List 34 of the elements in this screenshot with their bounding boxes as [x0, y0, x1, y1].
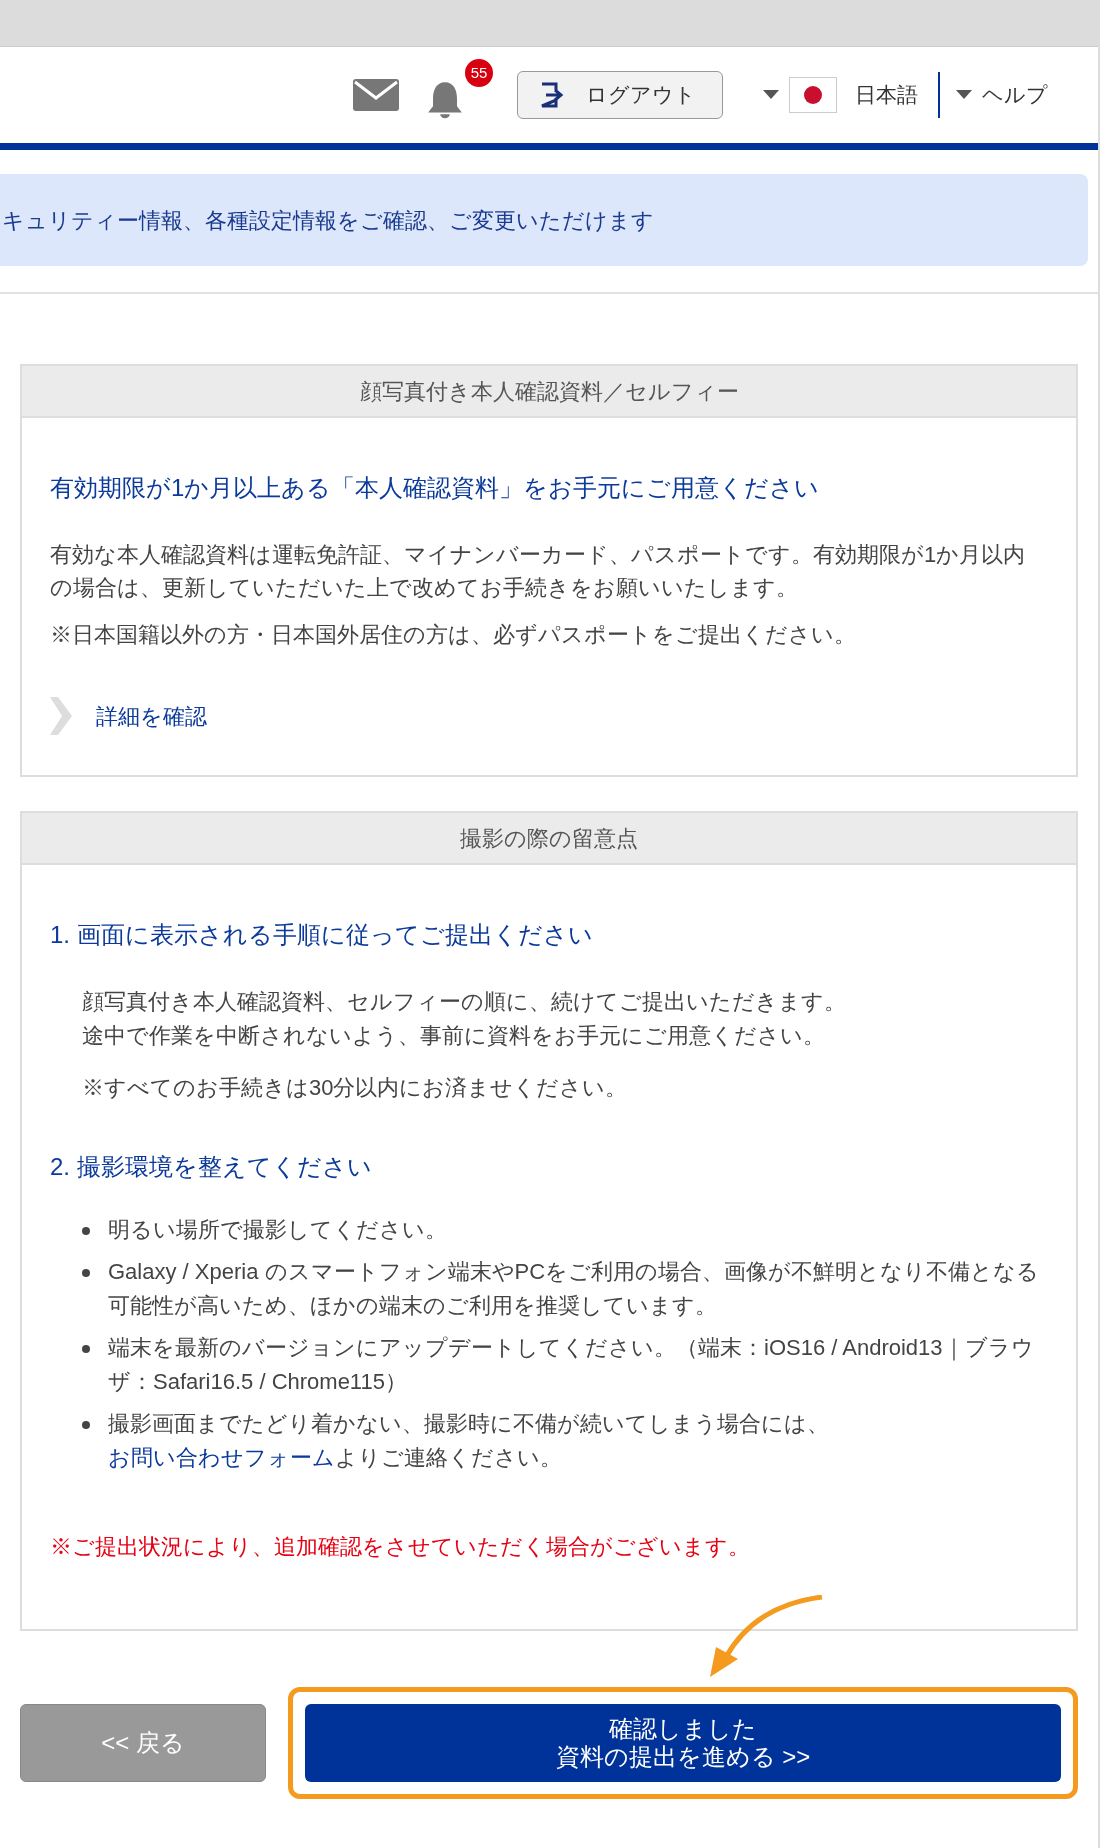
details-link[interactable]: 詳細を確認	[96, 699, 207, 733]
bullet-icon	[82, 1345, 90, 1353]
list-item-text: Galaxy / Xperia のスマートフォン端末やPCをご利用の場合、画像が不鮮明となり不備となる可能性が高いため、ほかの端末のご利用を推奨しています。	[108, 1258, 1041, 1320]
card-title: 顔写真付き本人確認資料／セルフィー	[22, 366, 1076, 418]
list-item-text: 明るい場所で撮影してください。	[108, 1216, 447, 1244]
mail-icon[interactable]	[353, 79, 399, 111]
paragraph-line: ※すべてのお手続きは30分以内にお済ませください。	[82, 1074, 629, 1102]
banner-text: キュリティー情報、各種設定情報をご確認、ご変更いただけます	[2, 206, 654, 235]
paragraph-line: 顔写真付き本人確認資料、セルフィーの順に、続けてご提出いただきます。	[82, 988, 847, 1016]
section-heading: 2. 撮影環境を整えてください	[50, 1152, 373, 1182]
bullet-icon	[82, 1227, 90, 1235]
language-label[interactable]: 日本語	[855, 72, 940, 118]
card-title: 撮影の際の留意点	[22, 813, 1076, 865]
notification-badge: 55	[463, 57, 495, 89]
warning-text: ※ご提出状況により、追加確認をさせていただく場合がございます。	[50, 1533, 751, 1561]
dropdown-caret-icon[interactable]	[956, 90, 972, 100]
bullet-icon	[82, 1421, 90, 1429]
bullet-icon	[82, 1269, 90, 1277]
dropdown-caret-icon[interactable]	[763, 90, 779, 100]
paragraph: ※日本国籍以外の方・日本国外居住の方は、必ずパスポートをご提出ください。	[50, 621, 857, 649]
logout-button[interactable]: ログアウト	[517, 71, 723, 119]
contact-form-link[interactable]: お問い合わせフォーム	[108, 1445, 335, 1470]
paragraph-line: 途中で作業を中断されないよう、事前に資料をお手元にご用意ください。	[82, 1022, 826, 1050]
notification-bell-icon[interactable]	[425, 79, 465, 119]
chevron-icon	[50, 697, 72, 735]
proceed-button[interactable]: 確認しました 資料の提出を進める >>	[305, 1704, 1061, 1782]
card-heading: 有効期限が1か月以上ある「本人確認資料」をお手元にご用意ください	[50, 473, 821, 503]
logout-icon	[540, 82, 564, 108]
list-item-text: 端末を最新のバージョンにアップデートしてください。（端末：iOS16 / Android13｜ブラウザ：Safari16.5 / Chrome115）	[108, 1334, 1035, 1396]
help-link[interactable]: ヘルプ	[982, 79, 1048, 111]
section-heading: 1. 画面に表示される手順に従ってご提出ください	[50, 920, 594, 950]
japan-flag-icon	[789, 77, 837, 113]
list-item-text: 撮影画面までたどり着かない、撮影時に不備が続いてしまう場合には、 お問い合わせフォーム よりご連絡ください。	[108, 1410, 830, 1472]
paragraph: 有効な本人確認資料は運転免許証、マイナンバーカード、パスポートです。有効期限が1か月以内の場合は、更新していただいた上で改めてお手続きをお願いいたします。	[50, 541, 1027, 602]
